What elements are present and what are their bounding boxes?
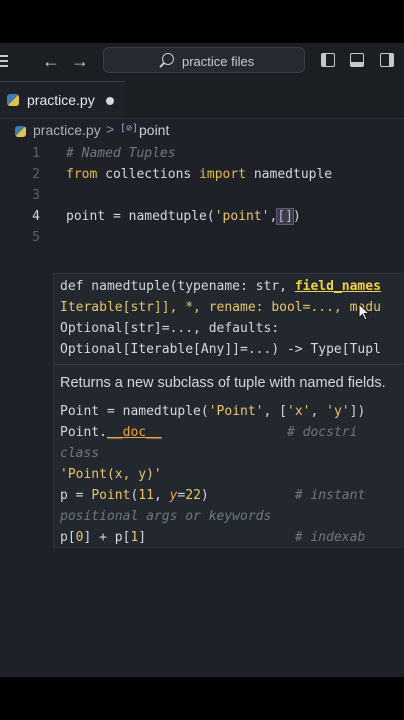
string-literal: 'x' xyxy=(287,404,311,419)
example-code: ]) xyxy=(349,404,366,419)
docstring-summary: Returns a new subclass of tuple with nam… xyxy=(60,375,386,391)
comment: # Named Tuples xyxy=(66,146,176,161)
search-placeholder: practice files xyxy=(182,54,255,69)
number: 22 xyxy=(185,488,201,503)
variable-symbol-icon: [⊘] xyxy=(120,123,139,134)
code-text: ) xyxy=(293,209,301,224)
editor-window: ← → practice files practice.py practice.… xyxy=(0,43,404,677)
code-line-2[interactable]: from collections import namedtuple xyxy=(66,167,332,182)
line-number: 1 xyxy=(32,146,40,161)
tab-practice-py[interactable]: practice.py xyxy=(0,81,125,118)
example-code: p[ xyxy=(60,530,76,545)
example-code: ] xyxy=(138,530,147,545)
signature-text: Iterable[str]], *, rename: bool=..., mod… xyxy=(60,300,381,315)
breadcrumb-file[interactable]: practice.py xyxy=(33,122,101,138)
breadcrumb: practice.py > [⊘] point xyxy=(0,119,404,143)
chevron-right-icon: > xyxy=(106,121,115,137)
string-literal: 'point' xyxy=(214,209,270,224)
comment: # instant xyxy=(294,488,366,503)
comment: positional args or keywords xyxy=(60,509,272,524)
menu-icon[interactable] xyxy=(0,55,8,69)
example-code: ) xyxy=(200,488,209,503)
code-text: namedtuple xyxy=(246,167,333,182)
toggle-sidebar-icon[interactable] xyxy=(321,53,335,67)
dunder-attribute: __doc__ xyxy=(106,425,162,440)
divider xyxy=(54,364,404,365)
example-code: p = xyxy=(60,488,92,503)
example-code: , xyxy=(153,488,170,503)
example-code: , xyxy=(310,404,327,419)
code-line-1[interactable]: # Named Tuples xyxy=(66,146,176,161)
example-code: Point = namedtuple( xyxy=(60,404,209,419)
example-code: ] + p[ xyxy=(83,530,131,545)
python-file-icon xyxy=(7,94,19,106)
signature-text: def namedtuple(typename: str, xyxy=(60,279,295,294)
comment: # indexab xyxy=(294,530,366,545)
line-number: 5 xyxy=(32,230,40,245)
class-name: Point xyxy=(91,488,131,503)
breadcrumb-symbol[interactable]: point xyxy=(139,122,169,138)
keyword: from xyxy=(66,167,98,182)
signature-text: Optional[str]=..., defaults: xyxy=(60,321,280,336)
string-literal: 'y' xyxy=(326,404,350,419)
back-arrow-icon[interactable]: ← xyxy=(42,51,60,71)
example-code: , [ xyxy=(263,404,287,419)
search-icon xyxy=(162,53,174,65)
code-line-4[interactable]: point = namedtuple('point',[]) xyxy=(66,208,301,225)
python-file-icon xyxy=(15,126,26,137)
line-number: 3 xyxy=(32,188,40,203)
number: 11 xyxy=(138,488,154,503)
signature-text: Optional[Iterable[Any]]=...) -> Type[Tup… xyxy=(60,342,381,357)
function-signature: def namedtuple(typename: str, field_name… xyxy=(60,276,381,360)
string-literal: 'Point(x, y)' xyxy=(60,467,162,482)
example-code: Point. xyxy=(60,425,107,440)
bracket-highlight: [] xyxy=(276,208,294,225)
forward-arrow-icon[interactable]: → xyxy=(71,51,89,71)
line-number: 2 xyxy=(32,167,40,182)
comment: class xyxy=(60,446,100,461)
active-parameter: field_names xyxy=(294,279,381,294)
code-text: point = namedtuple( xyxy=(66,209,215,224)
mouse-pointer-icon xyxy=(358,303,371,321)
signature-help-popup[interactable]: def namedtuple(typename: str, field_name… xyxy=(53,273,404,548)
toggle-secondary-sidebar-icon[interactable] xyxy=(380,53,394,67)
keyword: import xyxy=(199,167,247,182)
line-number-active: 4 xyxy=(32,209,40,224)
tab-label: practice.py xyxy=(27,92,95,108)
title-bar: ← → practice files xyxy=(0,43,404,81)
unsaved-dot-icon[interactable] xyxy=(106,97,114,105)
toggle-panel-icon[interactable] xyxy=(350,53,364,67)
docstring-example: Point = namedtuple('Point', ['x', 'y']) … xyxy=(60,401,366,547)
comment: # docstri xyxy=(287,425,358,440)
tab-bar: practice.py xyxy=(0,81,404,119)
command-center-search[interactable]: practice files xyxy=(103,47,305,73)
string-literal: 'Point' xyxy=(208,404,264,419)
code-text: collections xyxy=(97,167,200,182)
